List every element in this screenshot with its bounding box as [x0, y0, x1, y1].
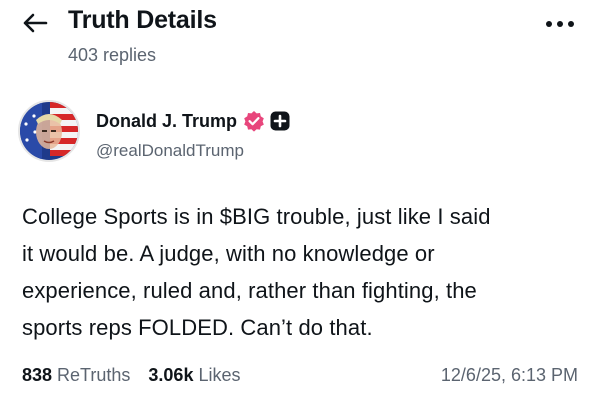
- retruths-count[interactable]: 838: [22, 365, 52, 386]
- reply-count: 403 replies: [68, 45, 157, 65]
- verified-badge-icon: [243, 110, 265, 132]
- post-text-line: sports reps FOLDED. Can’t do that.: [22, 315, 373, 340]
- post-timestamp: 12/6/25, 6:13 PM: [440, 365, 578, 385]
- avatar[interactable]: [18, 100, 80, 162]
- likes-label[interactable]: Likes: [198, 365, 240, 386]
- retruths-label[interactable]: ReTruths: [57, 365, 130, 386]
- back-button[interactable]: [18, 8, 52, 38]
- likes-count[interactable]: 3.06k: [148, 365, 193, 386]
- more-options-button[interactable]: [540, 12, 580, 36]
- post-body: College Sports is in $BIG trouble, just …: [22, 198, 582, 346]
- author-name[interactable]: Donald J. Trump: [96, 111, 237, 132]
- page-header: Truth Details 403 replies: [0, 0, 600, 80]
- author-handle[interactable]: @realDonaldTrump: [96, 141, 244, 161]
- author-name-row: Donald J. Trump: [96, 110, 295, 132]
- post-text-line: College Sports is in $BIG trouble, just …: [22, 204, 491, 229]
- post-text-line: it would be. A judge, with no knowledge …: [22, 241, 435, 266]
- more-horizontal-icon: [546, 21, 574, 27]
- plus-badge-icon: [270, 111, 290, 131]
- avatar-image: [20, 102, 78, 160]
- post-stats: 838 ReTruths 3.06k Likes: [22, 365, 258, 386]
- arrow-left-icon: [23, 13, 48, 33]
- post-text-line: experience, ruled and, rather than fight…: [22, 278, 477, 303]
- page-title: Truth Details: [68, 6, 217, 34]
